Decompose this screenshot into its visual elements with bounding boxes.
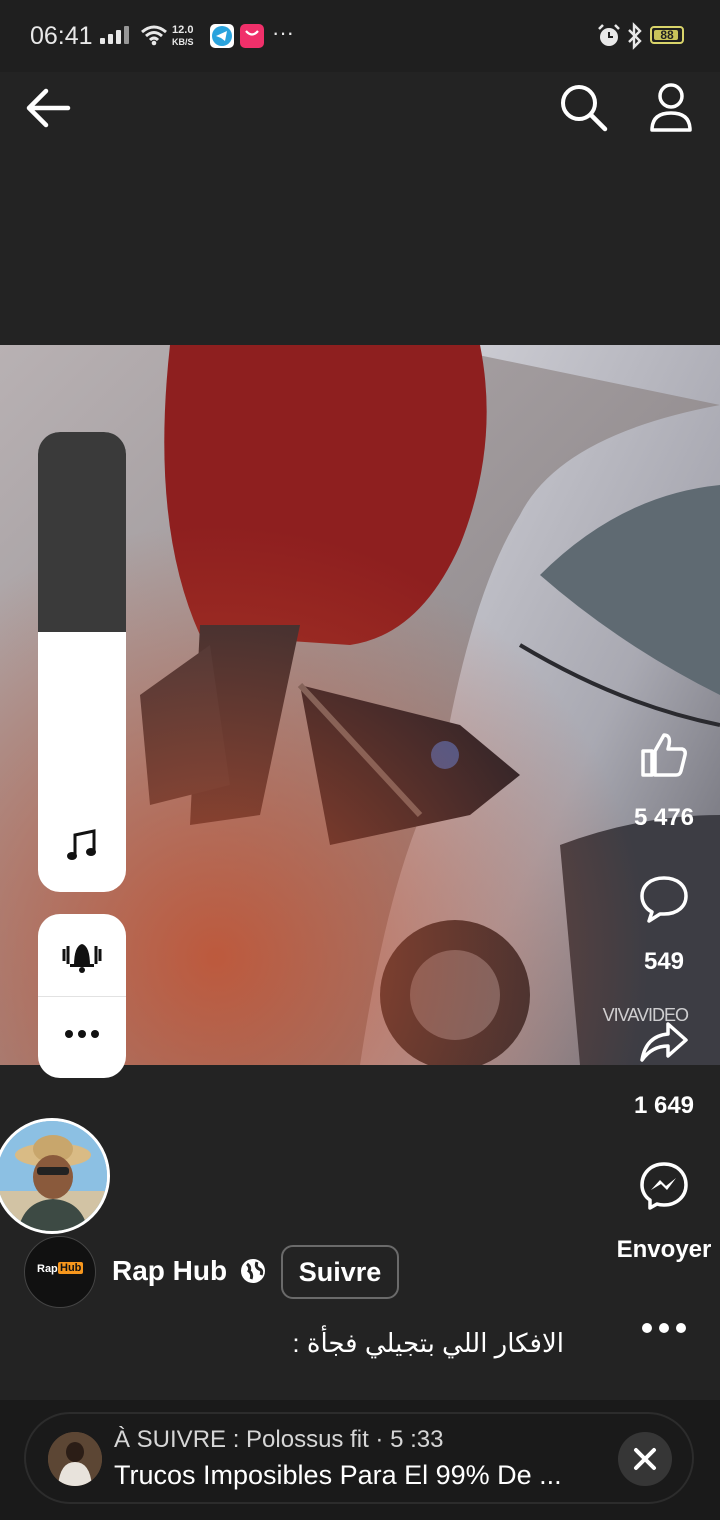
telegram-icon <box>210 24 234 48</box>
up-next-banner[interactable]: À SUIVRE : Polossus fit · 5 :33 Trucos I… <box>24 1412 694 1504</box>
more-options-icon[interactable] <box>64 1028 100 1040</box>
send-label: Envoyer <box>616 1236 712 1263</box>
volume-slider[interactable] <box>38 432 126 892</box>
up-next-title: Trucos Imposibles Para El 99% De ... <box>114 1460 562 1490</box>
sound-menu <box>38 914 126 1078</box>
page-name[interactable]: Rap Hub <box>112 1255 227 1287</box>
like-icon[interactable] <box>640 730 688 778</box>
page-logo[interactable]: Rap Hub <box>24 1236 96 1308</box>
top-nav <box>0 72 720 152</box>
comment-count: 549 <box>643 948 685 975</box>
wifi-icon <box>141 25 167 46</box>
network-speed: 12.0 KB/S <box>172 24 194 47</box>
ring-bell-icon[interactable] <box>56 936 108 974</box>
music-note-icon <box>67 829 96 860</box>
follow-button[interactable]: Suivre <box>281 1245 399 1299</box>
shopping-app-icon <box>240 24 264 48</box>
globe-icon <box>241 1259 265 1283</box>
clock: 06:41 <box>30 22 93 50</box>
author-avatar[interactable] <box>0 1118 110 1234</box>
bluetooth-icon <box>628 22 642 50</box>
alarm-icon <box>598 24 620 46</box>
like-count: 5 476 <box>633 804 695 831</box>
profile-icon[interactable] <box>648 82 694 134</box>
back-arrow-icon[interactable] <box>24 86 72 130</box>
signal-icon <box>100 0 132 72</box>
share-count: 1 649 <box>633 1092 695 1119</box>
up-next-thumbnail <box>48 1432 102 1486</box>
battery-icon: 88 <box>650 26 684 44</box>
search-icon[interactable] <box>558 82 610 134</box>
comment-icon[interactable] <box>638 874 690 924</box>
messenger-icon[interactable] <box>638 1160 690 1212</box>
more-actions-icon[interactable] <box>640 1320 688 1336</box>
more-notifications-icon: ··· <box>272 20 294 45</box>
share-icon[interactable] <box>638 1020 690 1064</box>
status-bar: 06:41 12.0 KB/S ··· 88 <box>0 0 720 72</box>
video-caption: الافكار اللي بتجيلي فجأة : <box>292 1328 564 1358</box>
close-icon <box>634 1448 656 1470</box>
close-up-next-button[interactable] <box>618 1432 672 1486</box>
up-next-meta: À SUIVRE : Polossus fit · 5 :33 <box>114 1426 444 1453</box>
